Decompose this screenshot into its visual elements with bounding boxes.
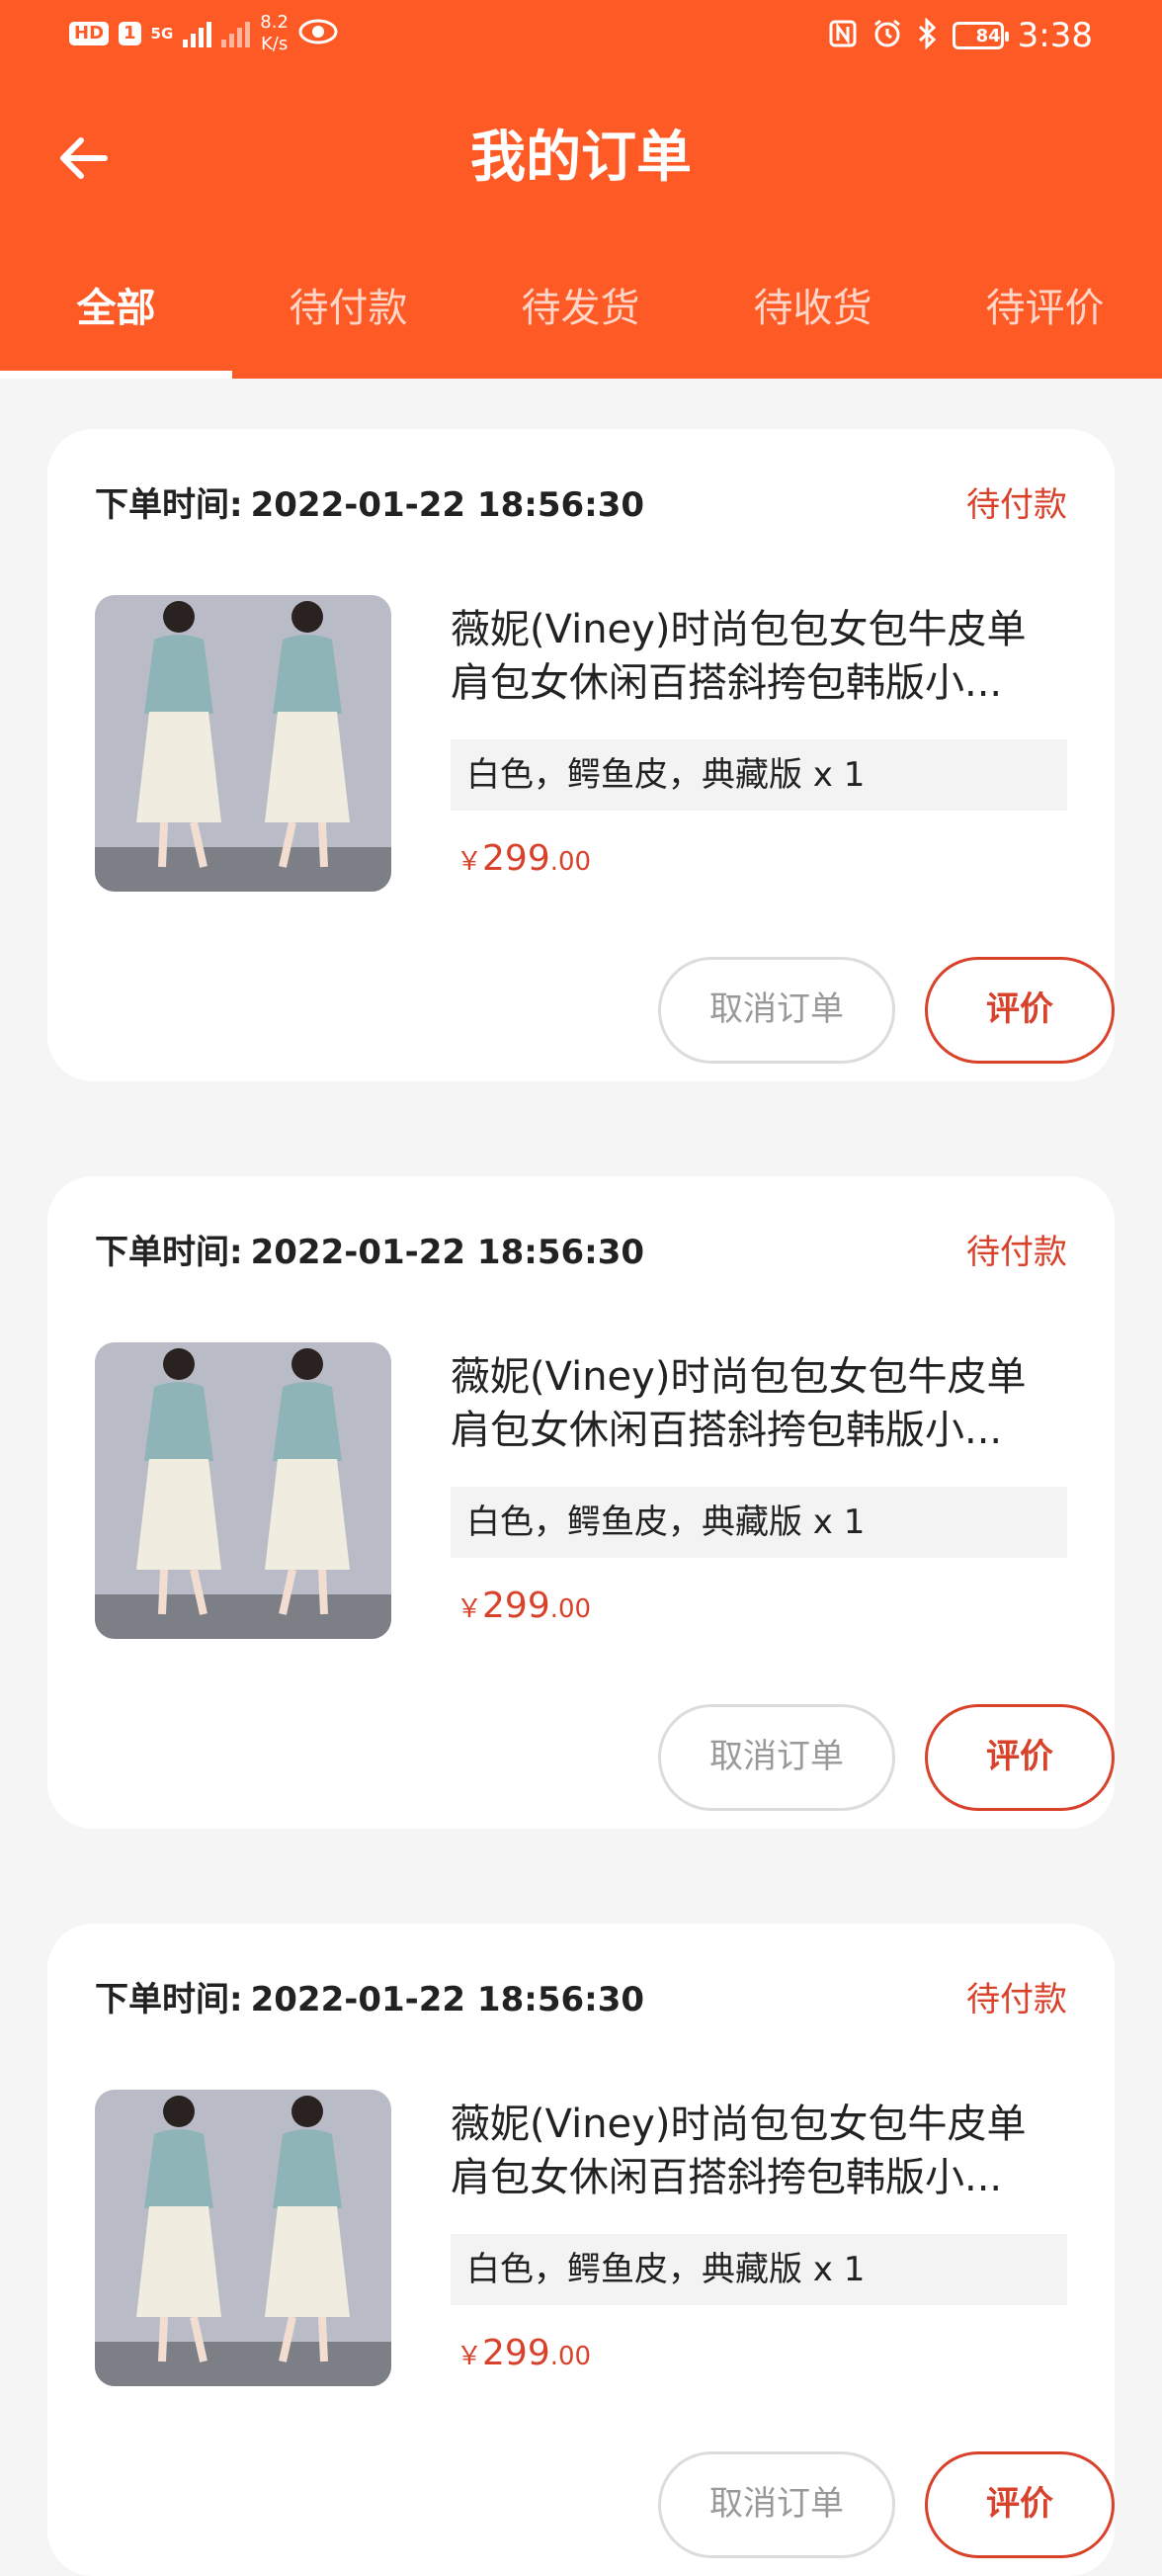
clock: 3:38 bbox=[1017, 16, 1093, 55]
product-name[interactable]: 薇妮(Viney)时尚包包女包牛皮单肩包女休闲百搭斜挎包韩版小... bbox=[451, 2098, 1063, 2204]
order-status: 待付款 bbox=[966, 485, 1067, 525]
tab-pending-review[interactable]: 待评价 bbox=[929, 267, 1161, 379]
order-card: 下单时间: 2022-01-22 18:56:30 待付款 薇妮(Viney)时尚… bbox=[47, 429, 1115, 1081]
price-integer: 299 bbox=[482, 838, 550, 879]
review-button[interactable]: 评价 bbox=[925, 1704, 1115, 1811]
page-title: 我的订单 bbox=[470, 126, 692, 190]
price-integer: 299 bbox=[482, 2333, 550, 2373]
order-time: 下单时间: 2022-01-22 18:56:30 bbox=[95, 1975, 644, 2024]
price-integer: 299 bbox=[482, 1586, 550, 1626]
tab-all[interactable]: 全部 bbox=[0, 267, 232, 379]
tab-pending-shipment[interactable]: 待发货 bbox=[464, 267, 697, 379]
cancel-order-button[interactable]: 取消订单 bbox=[658, 957, 895, 1064]
price-decimal: .00 bbox=[549, 1594, 592, 1624]
product-spec: 白色，鳄鱼皮，典藏版 x 1 bbox=[451, 1487, 1067, 1558]
order-time-value: 2022-01-22 18:56:30 bbox=[250, 1233, 645, 1272]
bluetooth-icon bbox=[917, 17, 939, 53]
price-currency: ￥ bbox=[456, 1594, 483, 1624]
order-time-value: 2022-01-22 18:56:30 bbox=[250, 1980, 645, 2019]
order-card: 下单时间: 2022-01-22 18:56:30 待付款 薇妮(Viney)时尚… bbox=[47, 1924, 1115, 2576]
order-time: 下单时间: 2022-01-22 18:56:30 bbox=[95, 480, 644, 530]
cancel-order-button[interactable]: 取消订单 bbox=[658, 1704, 895, 1811]
product-price: ￥299.00 bbox=[456, 838, 591, 879]
eye-icon bbox=[298, 18, 338, 49]
signal-bars-icon bbox=[183, 20, 212, 47]
battery-level: 84 bbox=[975, 25, 1001, 46]
review-button[interactable]: 评价 bbox=[925, 2451, 1115, 2558]
order-card: 下单时间: 2022-01-22 18:56:30 待付款 薇妮(Viney)时尚… bbox=[47, 1176, 1115, 1829]
signal-bars-2-icon bbox=[221, 20, 251, 47]
app-header: HD 1 5G 8.2 K/s 84 3:38 我的订单 全部 待付款 待发货 … bbox=[0, 0, 1162, 379]
status-bar-left: HD 1 5G 8.2 K/s bbox=[69, 12, 338, 55]
tab-pending-payment[interactable]: 待付款 bbox=[232, 267, 464, 379]
price-currency: ￥ bbox=[456, 2342, 483, 2371]
hd-badge: HD bbox=[69, 22, 110, 45]
product-price: ￥299.00 bbox=[456, 2333, 591, 2373]
network-speed-value: 8.2 bbox=[260, 12, 289, 33]
active-tab-indicator bbox=[0, 371, 232, 379]
order-tabs: 全部 待付款 待发货 待收货 待评价 bbox=[0, 267, 1162, 379]
product-price: ￥299.00 bbox=[456, 1586, 591, 1626]
network-speed: 8.2 K/s bbox=[260, 12, 289, 55]
product-image[interactable] bbox=[95, 1342, 391, 1639]
product-name[interactable]: 薇妮(Viney)时尚包包女包牛皮单肩包女休闲百搭斜挎包韩版小... bbox=[451, 1350, 1063, 1457]
order-time-label: 下单时间: bbox=[95, 485, 243, 525]
status-bar: HD 1 5G 8.2 K/s 84 3:38 bbox=[0, 0, 1162, 71]
product-image[interactable] bbox=[95, 595, 391, 892]
battery-icon: 84 bbox=[952, 22, 1009, 49]
nfc-icon bbox=[828, 19, 858, 52]
cancel-order-button[interactable]: 取消订单 bbox=[658, 2451, 895, 2558]
tab-pending-receipt[interactable]: 待收货 bbox=[697, 267, 929, 379]
status-bar-right: 84 3:38 bbox=[828, 14, 1093, 57]
order-status: 待付款 bbox=[966, 1980, 1067, 2019]
network-speed-unit: K/s bbox=[260, 34, 289, 54]
product-spec: 白色，鳄鱼皮，典藏版 x 1 bbox=[451, 2234, 1067, 2305]
order-time-label: 下单时间: bbox=[95, 1980, 243, 2019]
product-image[interactable] bbox=[95, 2090, 391, 2386]
price-currency: ￥ bbox=[456, 847, 483, 877]
price-decimal: .00 bbox=[549, 2342, 592, 2371]
order-time-label: 下单时间: bbox=[95, 1233, 243, 1272]
review-button[interactable]: 评价 bbox=[925, 957, 1115, 1064]
alarm-icon bbox=[872, 18, 903, 53]
signal-type-label: 5G bbox=[150, 25, 174, 43]
product-spec: 白色，鳄鱼皮，典藏版 x 1 bbox=[451, 739, 1067, 811]
sim-badge: 1 bbox=[119, 22, 141, 45]
price-decimal: .00 bbox=[549, 847, 592, 877]
order-time: 下单时间: 2022-01-22 18:56:30 bbox=[95, 1228, 644, 1277]
product-name[interactable]: 薇妮(Viney)时尚包包女包牛皮单肩包女休闲百搭斜挎包韩版小... bbox=[451, 603, 1063, 710]
order-status: 待付款 bbox=[966, 1233, 1067, 1272]
order-time-value: 2022-01-22 18:56:30 bbox=[250, 485, 645, 525]
